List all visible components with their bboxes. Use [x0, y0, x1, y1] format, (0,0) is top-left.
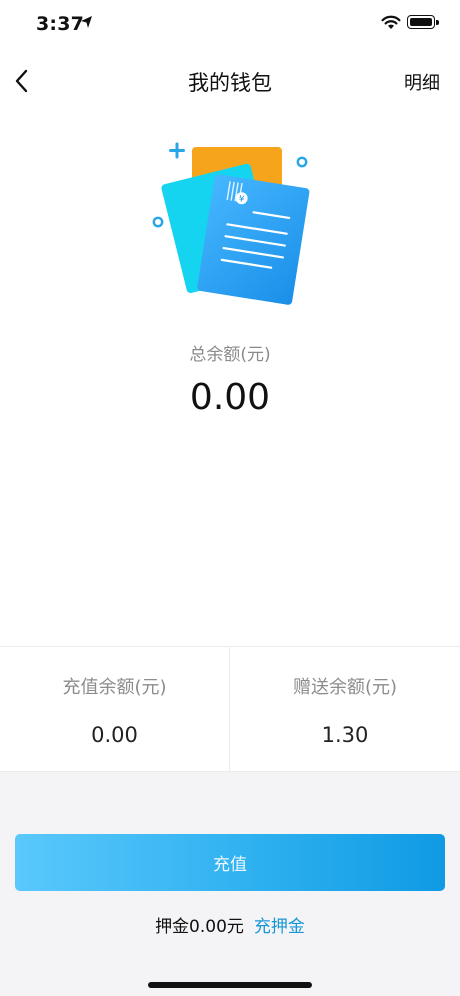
recharge-balance-card: 充值余额(元) 0.00 [0, 647, 230, 771]
home-indicator [148, 982, 312, 988]
pay-deposit-link[interactable]: 充押金 [254, 917, 305, 937]
deposit-amount-text: 押金0.00元 [155, 917, 244, 937]
location-arrow-icon [81, 16, 92, 28]
recharge-balance-value: 0.00 [91, 723, 138, 747]
total-balance-label: 总余额(元) [189, 345, 271, 365]
bonus-balance-label: 赠送余额(元) [292, 677, 398, 698]
wifi-icon [381, 15, 401, 29]
status-bar: 3:37 [0, 0, 460, 48]
recharge-button[interactable]: 充值 [15, 834, 445, 891]
status-time: 3:37 [36, 13, 85, 35]
detail-button[interactable]: 明细 [404, 69, 440, 95]
recharge-balance-label: 充值余额(元) [62, 677, 167, 698]
navigation-bar: 我的钱包 明细 [0, 56, 460, 106]
total-balance-value: 0.00 [189, 377, 271, 418]
deposit-row: 押金0.00元 充押金 [0, 912, 460, 937]
balance-cards: 充值余额(元) 0.00 赠送余额(元) 1.30 [0, 646, 460, 772]
wallet-illustration: ¥ [152, 142, 310, 305]
page-title: 我的钱包 [188, 71, 272, 95]
bonus-balance-card: 赠送余额(元) 1.30 [230, 647, 460, 771]
bonus-balance-value: 1.30 [321, 723, 369, 747]
battery-icon [407, 15, 439, 29]
